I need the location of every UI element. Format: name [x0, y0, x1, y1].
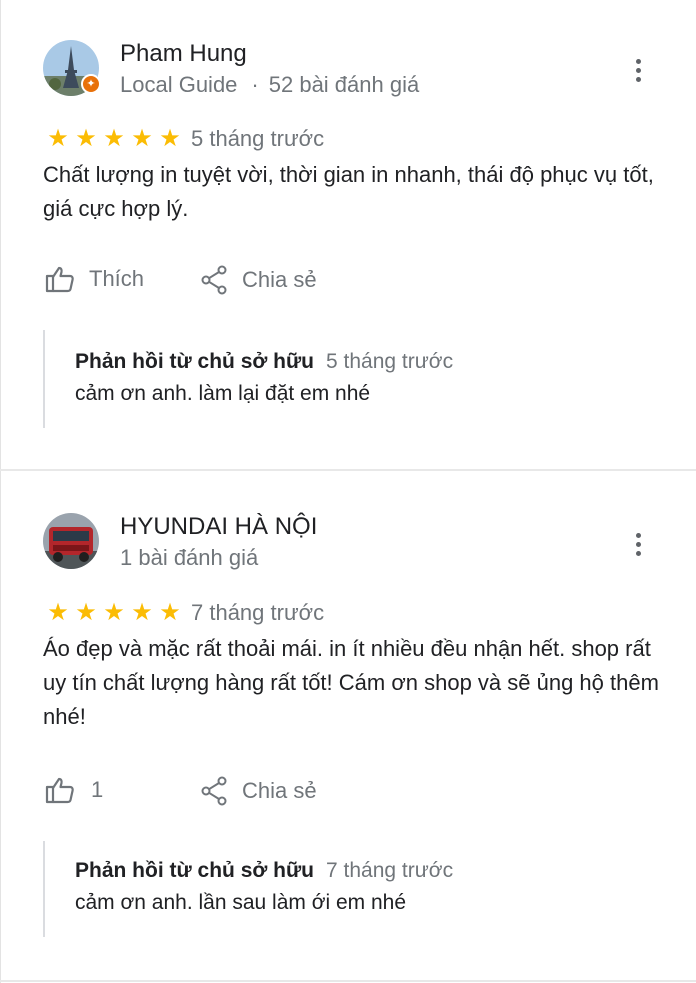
- review-card: ✦ Pham Hung Local Guide · 52 bài đánh giá …: [0, 0, 696, 469]
- star-icon: ★: [103, 599, 125, 626]
- star-icon: ★: [131, 125, 153, 152]
- reply-text: cảm ơn anh. lần sau làm ới em nhé: [75, 891, 407, 914]
- reviewer-name[interactable]: HYUNDAI HÀ NỘI: [120, 513, 317, 541]
- star-icon: ★: [75, 599, 97, 626]
- reviewer-meta: Local Guide · 52 bài đánh giá: [120, 72, 420, 97]
- like-button[interactable]: 1: [45, 776, 103, 804]
- local-guide-label: Local Guide: [120, 72, 238, 97]
- star-icon: ★: [47, 125, 69, 152]
- owner-reply: Phản hồi từ chủ sở hữu 7 tháng trước cảm …: [43, 841, 643, 937]
- review-time: 5 tháng trước: [191, 126, 325, 151]
- like-count: 1: [91, 777, 104, 802]
- rating-row: ★ ★ ★ ★ ★ 5 tháng trước: [45, 126, 324, 152]
- reviewer-meta: 1 bài đánh giá: [120, 545, 258, 571]
- star-icon: ★: [75, 125, 97, 152]
- thumbs-up-icon: [45, 266, 74, 293]
- review-text: Chất lượng in tuyệt vời, thời gian in nh…: [43, 162, 654, 221]
- share-button[interactable]: Chia sẻ: [200, 265, 317, 295]
- star-icon: ★: [47, 599, 69, 626]
- review-divider: [0, 980, 696, 982]
- review-count: 1 bài đánh giá: [120, 545, 259, 570]
- share-label: Chia sẻ: [242, 267, 317, 292]
- star-icon: ★: [103, 125, 125, 152]
- star-icon: ★: [131, 599, 153, 626]
- star-rating: ★ ★ ★ ★ ★: [45, 127, 183, 151]
- owner-reply-label: Phản hồi từ chủ sở hữu: [75, 350, 315, 373]
- star-icon: ★: [159, 125, 181, 152]
- review-time: 7 tháng trước: [191, 600, 325, 625]
- like-label: Thích: [89, 266, 145, 291]
- review-card: HYUNDAI HÀ NỘI 1 bài đánh giá ★ ★ ★ ★ ★ …: [0, 471, 696, 983]
- local-guide-badge-icon: ✦: [81, 74, 101, 94]
- star-icon: ★: [159, 599, 181, 626]
- owner-reply-label: Phản hồi từ chủ sở hữu: [75, 859, 315, 882]
- avatar[interactable]: ✦: [43, 40, 101, 96]
- review-count: 52 bài đánh giá: [268, 72, 420, 97]
- reviewer-name[interactable]: Pham Hung: [120, 40, 247, 68]
- avatar[interactable]: [43, 513, 99, 569]
- share-icon: [201, 265, 227, 295]
- reply-time: 5 tháng trước: [326, 350, 454, 373]
- share-button[interactable]: Chia sẻ: [200, 776, 317, 806]
- like-button[interactable]: Thích: [45, 265, 144, 293]
- review-text: Áo đẹp và mặc rất thoải mái. in ít nhiều…: [43, 636, 659, 729]
- reply-time: 7 tháng trước: [326, 859, 454, 882]
- owner-reply: Phản hồi từ chủ sở hữu 5 tháng trước cảm …: [43, 330, 643, 428]
- thumbs-up-icon: [45, 777, 74, 804]
- share-label: Chia sẻ: [242, 778, 317, 803]
- more-vert-icon[interactable]: [628, 55, 648, 85]
- more-vert-icon[interactable]: [628, 529, 648, 559]
- star-rating: ★ ★ ★ ★ ★: [45, 601, 183, 625]
- reply-text: cảm ơn anh. làm lại đặt em nhé: [75, 382, 371, 405]
- rating-row: ★ ★ ★ ★ ★ 7 tháng trước: [45, 600, 324, 626]
- share-icon: [201, 776, 227, 806]
